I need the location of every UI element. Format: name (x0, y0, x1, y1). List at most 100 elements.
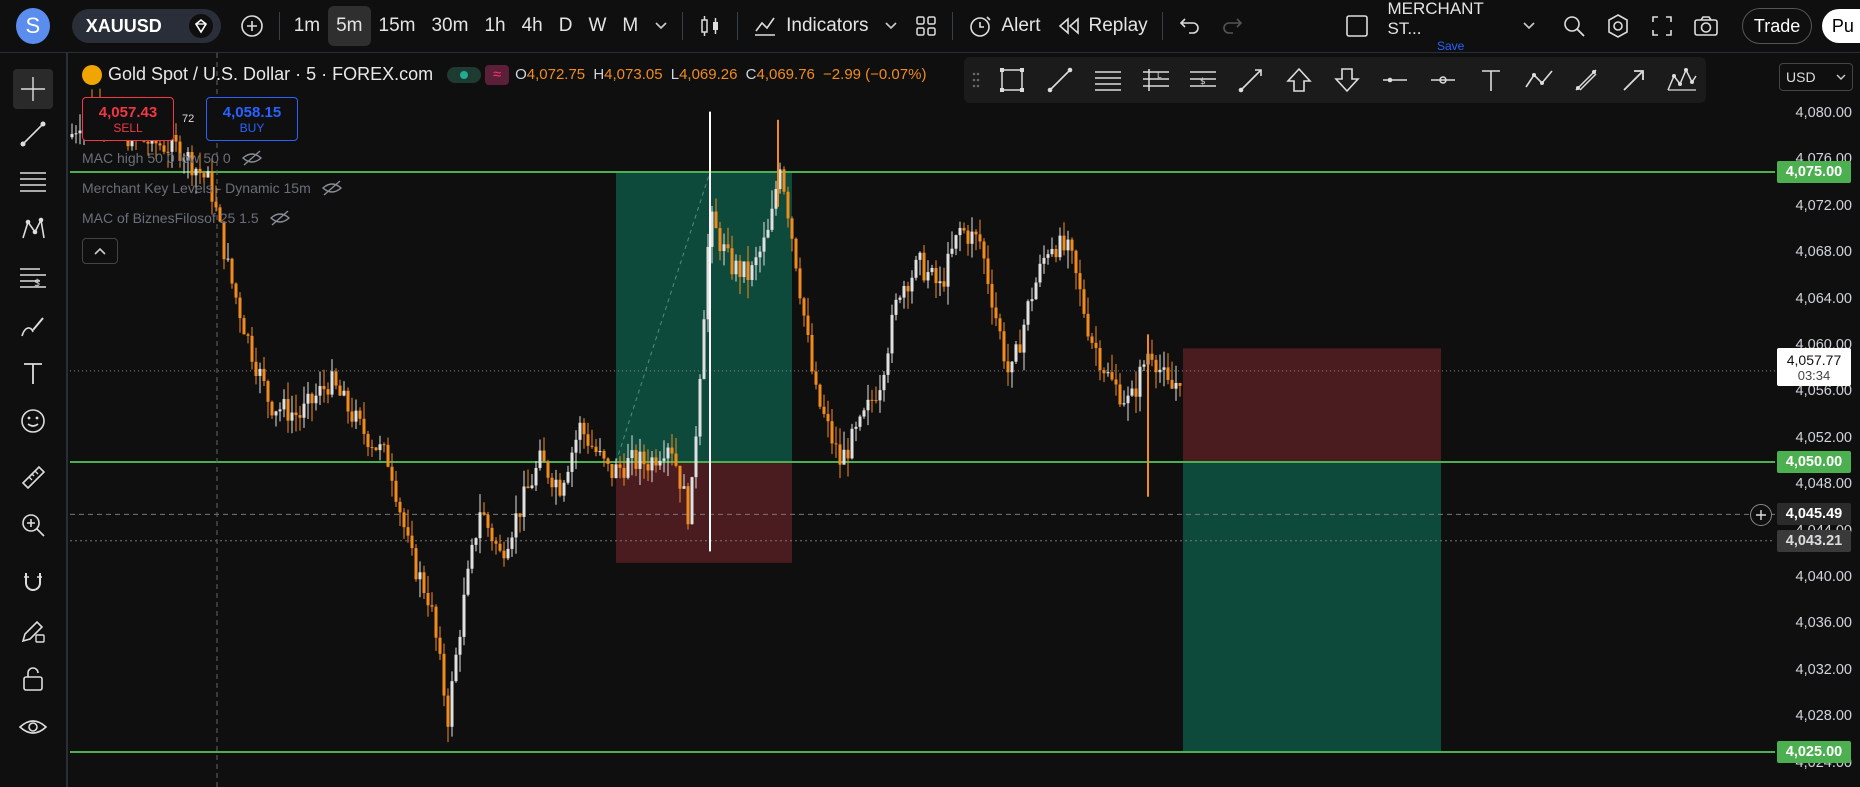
loss-zone-1 (616, 462, 792, 563)
pattern-tool-icon[interactable] (1658, 57, 1706, 103)
rectangle-icon[interactable] (988, 57, 1036, 103)
text-icon[interactable] (13, 353, 53, 393)
candle-body (330, 371, 334, 395)
lock-icon[interactable] (13, 659, 53, 699)
market-status-icon[interactable] (447, 66, 482, 83)
timeframe-d[interactable]: D (551, 6, 581, 46)
indicators-dropdown[interactable] (876, 6, 906, 46)
add-symbol-button[interactable] (231, 6, 273, 46)
sell-button[interactable]: 4,057.43 SELL (82, 97, 174, 141)
emoji-icon[interactable] (13, 401, 53, 441)
indicators-button[interactable]: Indicators (744, 6, 876, 46)
layouts-button[interactable] (906, 6, 946, 46)
path-icon[interactable] (1515, 57, 1563, 103)
snapshot-button[interactable] (1684, 6, 1728, 46)
pattern-icon[interactable] (13, 210, 53, 250)
fullscreen-button[interactable] (1640, 6, 1684, 46)
candle-body (982, 241, 986, 259)
quick-search-button[interactable] (1552, 6, 1596, 46)
compare-symbol-icon[interactable] (188, 14, 213, 38)
price-scale[interactable]: USD 4,080.00 4,076.00 4,072.00 4,068.00 4,06… (1775, 53, 1860, 787)
candle-body (766, 229, 770, 238)
candle-body (306, 393, 310, 404)
magnet-icon[interactable] (13, 563, 53, 603)
timeframe-m[interactable]: M (614, 6, 646, 46)
horizontal-ray-icon[interactable] (1419, 57, 1467, 103)
timeframe-w[interactable]: W (580, 6, 614, 46)
candle-body (918, 252, 922, 260)
candle-body (538, 450, 542, 468)
arrow-marker-icon[interactable] (1610, 57, 1658, 103)
timeframe-5m[interactable]: 5m (328, 6, 371, 46)
candle-body (1178, 382, 1182, 386)
horizontal-lines-icon[interactable] (1084, 57, 1132, 103)
symbol-search[interactable]: XAUUSD (71, 9, 221, 43)
arrow-down-icon[interactable] (1323, 57, 1371, 103)
arrow-up-icon[interactable] (1275, 57, 1323, 103)
zoom-in-icon[interactable] (13, 505, 53, 545)
trade-button[interactable]: Trade (1742, 8, 1812, 44)
line-icon[interactable] (1036, 57, 1084, 103)
text-tool-icon[interactable] (1467, 57, 1515, 103)
candle-body (746, 261, 750, 280)
timeframe-1h[interactable]: 1h (476, 6, 513, 46)
pencil-lock-icon[interactable] (13, 611, 53, 651)
candle-body (530, 485, 534, 489)
indicator-legend-1[interactable]: MAC high 50 0 low 50 0 (82, 149, 263, 167)
drag-handle-icon[interactable] (964, 57, 988, 103)
chart-type-button[interactable] (689, 6, 731, 46)
fib-levels-icon[interactable]: L (1132, 57, 1180, 103)
replay-button[interactable]: Replay (1049, 6, 1156, 46)
crosshair-icon[interactable] (13, 69, 53, 109)
price-levels-icon[interactable]: $ (1179, 57, 1227, 103)
alert-button[interactable]: Alert (959, 6, 1048, 46)
brush-tool-icon[interactable] (1562, 57, 1610, 103)
layout-dropdown[interactable] (1514, 6, 1544, 46)
indicator-legend-2[interactable]: Merchant Key Levels - Dynamic 15m (82, 179, 343, 197)
candle-body (378, 444, 382, 451)
currency-select[interactable]: USD (1779, 63, 1853, 91)
fib-icon[interactable] (13, 162, 53, 202)
ray-icon[interactable] (1227, 57, 1275, 103)
candle-body (974, 231, 978, 235)
ruler-icon[interactable] (13, 457, 53, 497)
candle-body (1062, 235, 1066, 251)
candle-body (562, 482, 566, 496)
eye-icon[interactable] (13, 707, 53, 747)
layout-name-button[interactable]: MERCHANT ST... Save (1387, 0, 1513, 53)
timeframe-30m[interactable]: 30m (423, 6, 476, 46)
redo-button[interactable] (1211, 6, 1253, 46)
candle-body (1082, 289, 1086, 314)
rewind-icon (1058, 17, 1079, 35)
brush-icon[interactable] (13, 306, 53, 346)
trendline-icon[interactable] (13, 114, 53, 154)
data-delay-icon[interactable]: ≈ (485, 64, 510, 85)
candle-body (966, 230, 970, 244)
indicator-legend-3[interactable]: MAC of BiznesFilosof 25 1.5 (82, 209, 291, 227)
candle-body (374, 447, 378, 451)
timeframe-15m[interactable]: 15m (371, 6, 424, 46)
collapse-legend-button[interactable] (82, 238, 118, 264)
price-tick: 4,032.00 (1795, 661, 1852, 678)
settings-button[interactable] (1596, 6, 1640, 46)
price-tick: 4,064.00 (1795, 290, 1852, 307)
symbol-title[interactable]: Gold Spot / U.S. Dollar · 5 · FOREX.com (108, 64, 433, 85)
candle-body (1018, 344, 1022, 353)
candle-body (214, 201, 218, 208)
divider (952, 12, 954, 40)
layout-checkbox[interactable] (1337, 6, 1377, 46)
timeframe-1m[interactable]: 1m (286, 6, 328, 46)
user-avatar[interactable]: S (16, 8, 50, 44)
timeframe-4h[interactable]: 4h (514, 6, 551, 46)
publish-button[interactable]: Pu (1821, 9, 1860, 43)
chart-canvas[interactable] (70, 53, 1775, 787)
candle-body (902, 285, 906, 298)
candle-body (598, 450, 602, 453)
candle-body (866, 399, 870, 411)
candles-icon (701, 16, 719, 36)
horizontal-line-icon[interactable] (1371, 57, 1419, 103)
buy-button[interactable]: 4,058.15 BUY (206, 97, 298, 141)
timeframe-dropdown[interactable] (646, 6, 676, 46)
undo-button[interactable] (1169, 6, 1211, 46)
long-position-icon[interactable]: $ (13, 257, 53, 297)
